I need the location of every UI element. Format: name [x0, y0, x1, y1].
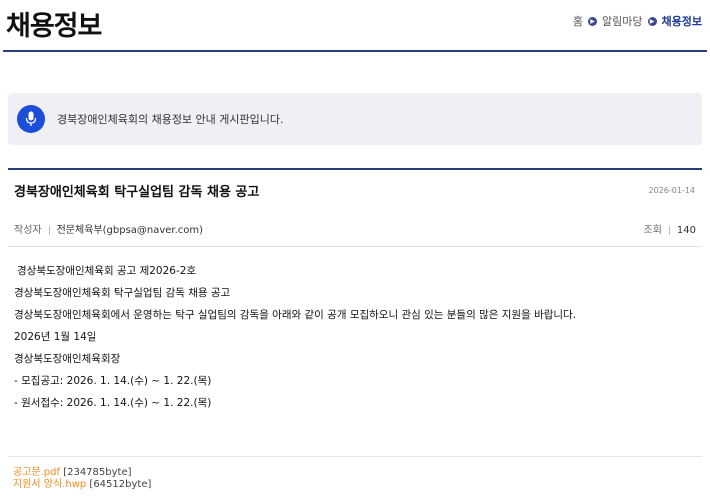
author-info: 작성자 전문체육부(gbpsa@naver.com)	[14, 221, 203, 236]
views-count: 140	[676, 225, 696, 236]
attachment-link[interactable]: 지원서 양식.hwp	[13, 479, 86, 490]
body-line: 경상북도장애인체육회에서 운영하는 탁구 실업팀의 감독을 아래와 같이 공개 …	[14, 309, 577, 321]
attachments-divider	[8, 456, 702, 457]
breadcrumb-current[interactable]: 채용정보	[662, 13, 702, 29]
body-line: 경상북도장애인체육회 탁구실업팀 감독 채용 공고	[14, 287, 231, 299]
attachment-link[interactable]: 공고문.pdf	[13, 467, 60, 478]
body-line: 경상북도장애인체육회 공고 제2026-2호	[17, 265, 197, 277]
body-line: 경상북도장애인체육회장	[14, 353, 121, 365]
chevron-right-icon: ▶	[647, 16, 657, 26]
post-top-divider	[8, 168, 702, 170]
breadcrumb-notice[interactable]: 알림마당	[602, 13, 642, 29]
attachment-item: 지원서 양식.hwp [64512byte]	[13, 479, 151, 491]
attachment-size: [234785byte]	[63, 467, 132, 478]
views-label: 조회	[643, 225, 662, 236]
breadcrumb: 홈 ▶ 알림마당 ▶ 채용정보	[573, 13, 702, 29]
microphone-icon	[17, 105, 45, 133]
title-divider	[3, 50, 707, 52]
page-title: 채용정보	[6, 11, 102, 42]
meta-separator	[48, 225, 50, 235]
views-info: 조회 140	[644, 221, 697, 236]
attachment-item: 공고문.pdf [234785byte]	[13, 467, 151, 479]
author-value: 전문체육부(gbpsa@naver.com)	[56, 225, 204, 236]
meta-divider	[8, 246, 702, 247]
post-title: 경북장애인체육회 탁구실업팀 감독 채용 공고	[14, 185, 260, 200]
post-meta: 작성자 전문체육부(gbpsa@naver.com) 조회 140	[14, 221, 696, 236]
body-line: 2026년 1월 14일	[14, 331, 97, 343]
body-line: - 원서접수: 2026. 1. 14.(수) ~ 1. 22.(목)	[14, 397, 212, 409]
chevron-right-icon: ▶	[588, 16, 598, 26]
notice-text: 경북장애인체육회의 채용정보 안내 게시판입니다.	[57, 113, 284, 126]
body-line: - 모집공고: 2026. 1. 14.(수) ~ 1. 22.(목)	[14, 375, 212, 387]
attachments: 공고문.pdf [234785byte] 지원서 양식.hwp [64512by…	[13, 467, 151, 491]
attachment-size: [64512byte]	[89, 479, 152, 490]
post-body: 경상북도장애인체육회 공고 제2026-2호 경상북도장애인체육회 탁구실업팀 …	[14, 263, 576, 417]
author-label: 작성자	[14, 225, 42, 236]
breadcrumb-home[interactable]: 홈	[573, 13, 583, 29]
meta-separator	[668, 225, 670, 235]
post-date: 2026-01-14	[648, 186, 696, 195]
board-notice: 경북장애인체육회의 채용정보 안내 게시판입니다.	[8, 93, 702, 145]
